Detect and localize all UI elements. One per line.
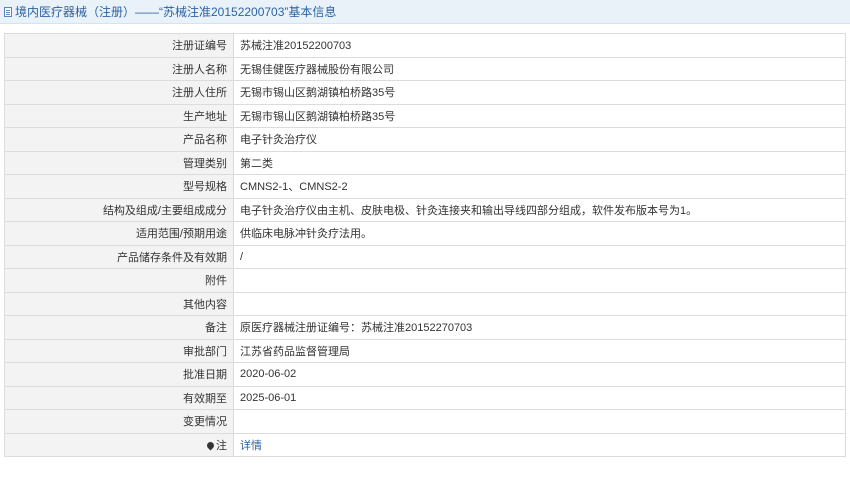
table-row: 变更情况 bbox=[4, 409, 846, 434]
note-value-cell: 详情 bbox=[233, 432, 846, 457]
row-label: 有效期至 bbox=[4, 385, 234, 410]
row-label: 备注 bbox=[4, 315, 234, 340]
row-label: 注册人住所 bbox=[4, 80, 234, 105]
row-label: 批准日期 bbox=[4, 362, 234, 387]
row-value: 原医疗器械注册证编号：苏械注准20152270703 bbox=[233, 315, 846, 340]
info-table: 注册证编号 苏械注准20152200703 注册人名称 无锡佳健医疗器械股份有限公司… bbox=[4, 33, 846, 457]
table-row: 产品储存条件及有效期 / bbox=[4, 244, 846, 269]
table-row: 适用范围/预期用途 供临床电脉冲针灸疗法用。 bbox=[4, 221, 846, 246]
row-label: 其他内容 bbox=[4, 291, 234, 316]
row-label: 变更情况 bbox=[4, 409, 234, 434]
row-value: 第二类 bbox=[233, 150, 846, 175]
table-row: 注册证编号 苏械注准20152200703 bbox=[4, 33, 846, 58]
page-header: 境内医疗器械（注册）——“苏械注准20152200703”基本信息 bbox=[0, 0, 850, 24]
table-row: 批准日期 2020-06-02 bbox=[4, 362, 846, 387]
row-value: 电子针灸治疗仪 bbox=[233, 127, 846, 152]
row-label: 结构及组成/主要组成成分 bbox=[4, 197, 234, 222]
row-value: 电子针灸治疗仪由主机、皮肤电极、针灸连接夹和输出导线四部分组成，软件发布版本号为… bbox=[233, 197, 846, 222]
table-row: 产品名称 电子针灸治疗仪 bbox=[4, 127, 846, 152]
table-row: 审批部门 江苏省药品监督管理局 bbox=[4, 338, 846, 363]
table-row: 附件 bbox=[4, 268, 846, 293]
row-label: 附件 bbox=[4, 268, 234, 293]
page-title: 境内医疗器械（注册）——“苏械注准20152200703”基本信息 bbox=[15, 5, 337, 19]
table-row: 注册人住所 无锡市锡山区鹅湖镇柏桥路35号 bbox=[4, 80, 846, 105]
table-row: 管理类别 第二类 bbox=[4, 150, 846, 175]
table-row: 其他内容 bbox=[4, 291, 846, 316]
row-value: 无锡市锡山区鹅湖镇柏桥路35号 bbox=[233, 103, 846, 128]
note-label: 注 bbox=[216, 439, 227, 452]
pin-icon bbox=[205, 440, 216, 451]
row-value bbox=[233, 409, 846, 434]
note-label-cell: 注 bbox=[4, 432, 234, 457]
row-label: 适用范围/预期用途 bbox=[4, 221, 234, 246]
table-row: 备注 原医疗器械注册证编号：苏械注准20152270703 bbox=[4, 315, 846, 340]
row-label: 型号规格 bbox=[4, 174, 234, 199]
table-row: 生产地址 无锡市锡山区鹅湖镇柏桥路35号 bbox=[4, 103, 846, 128]
row-value bbox=[233, 268, 846, 293]
row-value: 2020-06-02 bbox=[233, 362, 846, 387]
row-value: 2025-06-01 bbox=[233, 385, 846, 410]
table-row: 结构及组成/主要组成成分 电子针灸治疗仪由主机、皮肤电极、针灸连接夹和输出导线四部… bbox=[4, 197, 846, 222]
row-value: 苏械注准20152200703 bbox=[233, 33, 846, 58]
row-label: 管理类别 bbox=[4, 150, 234, 175]
row-label: 生产地址 bbox=[4, 103, 234, 128]
row-value: 无锡佳健医疗器械股份有限公司 bbox=[233, 56, 846, 81]
table-row: 有效期至 2025-06-01 bbox=[4, 385, 846, 410]
details-link[interactable]: 详情 bbox=[240, 440, 262, 452]
row-value: / bbox=[233, 244, 846, 269]
row-label: 注册人名称 bbox=[4, 56, 234, 81]
table-row: 注册人名称 无锡佳健医疗器械股份有限公司 bbox=[4, 56, 846, 81]
row-value: 供临床电脉冲针灸疗法用。 bbox=[233, 221, 846, 246]
document-icon bbox=[4, 6, 12, 17]
row-value: 无锡市锡山区鹅湖镇柏桥路35号 bbox=[233, 80, 846, 105]
row-value bbox=[233, 291, 846, 316]
row-label: 注册证编号 bbox=[4, 33, 234, 58]
row-value: CMNS2-1、CMNS2-2 bbox=[233, 174, 846, 199]
row-label: 产品名称 bbox=[4, 127, 234, 152]
table-row: 注 详情 bbox=[4, 432, 846, 457]
row-label: 产品储存条件及有效期 bbox=[4, 244, 234, 269]
table-row: 型号规格 CMNS2-1、CMNS2-2 bbox=[4, 174, 846, 199]
row-label: 审批部门 bbox=[4, 338, 234, 363]
row-value: 江苏省药品监督管理局 bbox=[233, 338, 846, 363]
